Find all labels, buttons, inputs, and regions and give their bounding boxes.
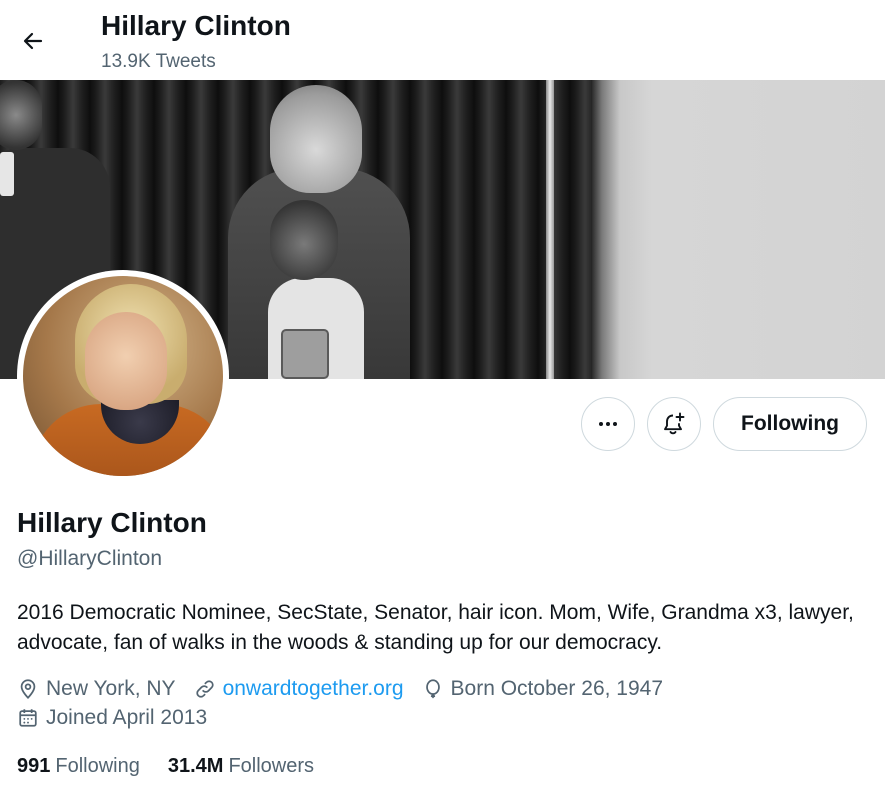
profile-meta-joined: Joined April 2013 bbox=[17, 706, 225, 730]
location-pin-icon bbox=[20, 679, 36, 699]
following-stat-label: Following bbox=[55, 755, 140, 777]
bio: 2016 Democratic Nominee, SecState, Senat… bbox=[17, 601, 854, 654]
display-name: Hillary Clinton bbox=[17, 507, 207, 538]
following-button[interactable]: Following bbox=[713, 397, 867, 451]
followers-stat[interactable]: 31.4M Followers bbox=[168, 755, 314, 778]
notify-button[interactable] bbox=[647, 397, 701, 451]
banner-pole bbox=[546, 80, 554, 379]
follow-stats: 991 Following 31.4M Followers bbox=[17, 755, 342, 778]
profile-page: Hillary Clinton 13.9K Tweets Following H… bbox=[0, 0, 885, 787]
location-text: New York, NY bbox=[46, 677, 176, 700]
website: onwardtogether.org bbox=[194, 677, 404, 701]
tweet-count: 13.9K Tweets bbox=[101, 51, 216, 72]
more-horizontal-icon bbox=[599, 422, 617, 426]
arrow-left-icon bbox=[23, 32, 43, 50]
profile-meta: New York, NY onwardtogether.org Born Oct… bbox=[17, 677, 681, 701]
joined: Joined April 2013 bbox=[17, 706, 207, 730]
followers-stat-label: Followers bbox=[228, 755, 315, 777]
handle: @HillaryClinton bbox=[17, 547, 163, 570]
banner-boy-head bbox=[270, 200, 338, 280]
following-stat[interactable]: 991 Following bbox=[17, 755, 140, 778]
banner-wall bbox=[592, 80, 885, 379]
joined-text: Joined April 2013 bbox=[46, 706, 208, 729]
balloon-icon bbox=[425, 679, 440, 699]
birthday: Born October 26, 1947 bbox=[422, 677, 663, 701]
following-count: 991 bbox=[17, 755, 51, 777]
banner-phone bbox=[281, 329, 329, 379]
link-icon bbox=[195, 680, 214, 698]
avatar-photo bbox=[23, 276, 223, 476]
avatar[interactable] bbox=[17, 270, 229, 482]
banner-woman-head bbox=[270, 85, 362, 193]
website-link[interactable]: onwardtogether.org bbox=[223, 677, 404, 701]
bell-plus-icon bbox=[664, 412, 685, 435]
birthday-text: Born October 26, 1947 bbox=[450, 677, 664, 700]
banner-person-left-phone bbox=[0, 152, 14, 196]
back-button[interactable] bbox=[14, 22, 52, 60]
followers-count: 31.4M bbox=[167, 755, 224, 777]
location: New York, NY bbox=[17, 677, 176, 701]
calendar-icon bbox=[19, 709, 37, 727]
banner-person-left-head bbox=[0, 80, 42, 150]
more-button[interactable] bbox=[581, 397, 635, 451]
top-header: Hillary Clinton 13.9K Tweets bbox=[0, 0, 885, 80]
header-title: Hillary Clinton bbox=[101, 10, 291, 41]
